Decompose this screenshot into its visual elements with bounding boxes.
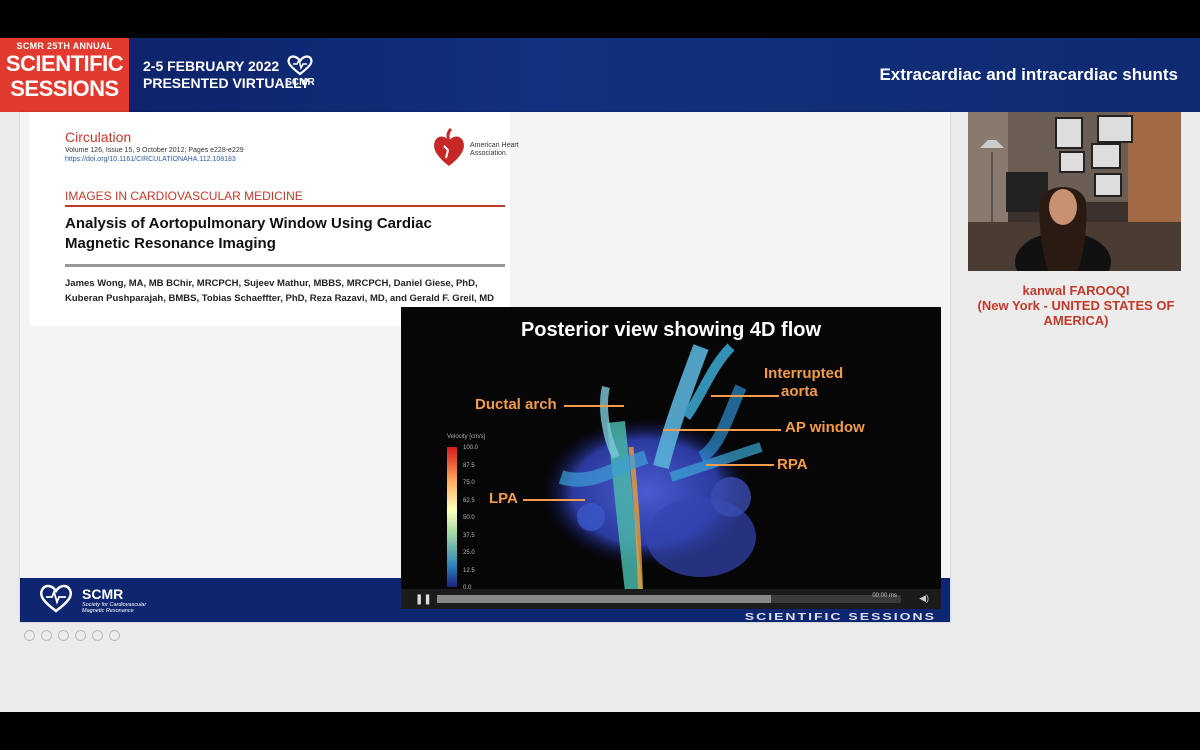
video-progress-fill (437, 595, 772, 603)
video-time: 00:00 ms (872, 593, 897, 599)
event-brand: SCMR 25TH ANNUAL SCIENTIFIC SESSIONS (0, 38, 129, 112)
aha-logo-icon (434, 128, 464, 166)
velocity-tick: 75.0 (463, 480, 475, 486)
social-icon[interactable] (92, 630, 103, 641)
session-header: SCMR 25TH ANNUAL SCIENTIFIC SESSIONS 2-5… (0, 38, 1200, 112)
article-section: IMAGES IN CARDIOVASCULAR MEDICINE (65, 189, 505, 207)
label-ductal-arch: Ductal arch (475, 396, 557, 413)
speaker-video-image (968, 112, 1181, 271)
velocity-tick: 87.5 (463, 462, 475, 469)
brand-small: SCMR 25TH ANNUAL (16, 41, 113, 51)
social-icon[interactable] (75, 630, 86, 641)
4d-flow-heart-image (541, 343, 763, 589)
velocity-tick: 50.0 (463, 515, 475, 521)
article-title: Analysis of Aortopulmonary Window Using … (65, 215, 432, 252)
social-icon[interactable] (24, 630, 35, 641)
video-controls: ❚❚ 00:00 ms ◀) (401, 589, 941, 609)
publisher-name: American Heart Association. (470, 142, 519, 157)
brand-line-1: SCIENTIFIC (5, 51, 124, 76)
speaker-location: (New York - UNITED STATES OF AMERICA) (977, 298, 1175, 328)
journal-name: Circulation (65, 129, 132, 145)
social-icon[interactable] (41, 630, 52, 641)
pointer-line (564, 405, 624, 407)
speaker-name: kanwal FAROOQI (1022, 283, 1130, 298)
journal-volume: Volume 126, Issue 15, 9 October 2012; Pa… (65, 147, 244, 154)
velocity-scale-title: Velocity [cm/s] (447, 434, 486, 440)
journal-article-card: Circulation Volume 126, Issue 15, 9 Octo… (30, 112, 519, 326)
brand-line-2: SESSIONS (10, 76, 119, 101)
journal-doi: https://doi.org/10.1161/CIRCULATIONAHA.1… (65, 156, 236, 163)
stage: SCMR 25TH ANNUAL SCIENTIFIC SESSIONS 2-5… (0, 0, 1200, 750)
pointer-line (663, 429, 781, 431)
footer-heart-logo-icon (39, 584, 73, 613)
label-ap-window: AP window (785, 419, 865, 436)
velocity-tick: 12.5 (463, 567, 475, 574)
social-icon[interactable] (58, 630, 69, 641)
article-authors: James Wong, MA, MB BChir, MRCPCH, Sujeev… (65, 278, 495, 304)
volume-icon[interactable]: ◀) (919, 593, 929, 604)
label-rpa: RPA (777, 456, 808, 473)
flow-video-player[interactable]: Posterior view showing 4D flow Interrupt… (401, 307, 941, 609)
velocity-tick: 37.5 (463, 532, 475, 539)
scmr-logo-label: SCMR (285, 77, 315, 88)
social-icon[interactable] (109, 630, 120, 641)
pointer-line (711, 395, 779, 397)
velocity-tick: 25.0 (463, 550, 475, 556)
article-divider (65, 264, 505, 267)
footer-logo-title: SCMR (82, 586, 124, 602)
letterbox-top (0, 0, 1200, 38)
letterbox-bottom (0, 712, 1200, 750)
video-progress-track[interactable] (437, 595, 901, 603)
heart-logo-icon (287, 55, 313, 76)
scmr-logo: SCMR (282, 54, 318, 94)
session-title: Extracardiac and intracardiac shunts (879, 65, 1178, 84)
label-lpa: LPA (489, 490, 518, 507)
label-interrupted: Interrupted (764, 365, 844, 382)
velocity-tick: 62.5 (463, 497, 475, 504)
velocity-tick: 100.0 (463, 445, 479, 451)
pointer-line (706, 464, 774, 466)
footer-event-text: SCIENTIFIC SESSIONS (744, 610, 936, 622)
label-aorta: aorta (781, 383, 818, 400)
footer-scmr-logo: SCMR Society for Cardiovascular Magnetic… (36, 582, 146, 619)
pause-icon[interactable]: ❚❚ (415, 594, 432, 605)
velocity-color-scale (447, 447, 457, 587)
pointer-line (523, 499, 585, 501)
speaker-camera (968, 112, 1181, 271)
footer-logo-subtitle: Society for Cardiovascular Magnetic Reso… (82, 602, 147, 614)
